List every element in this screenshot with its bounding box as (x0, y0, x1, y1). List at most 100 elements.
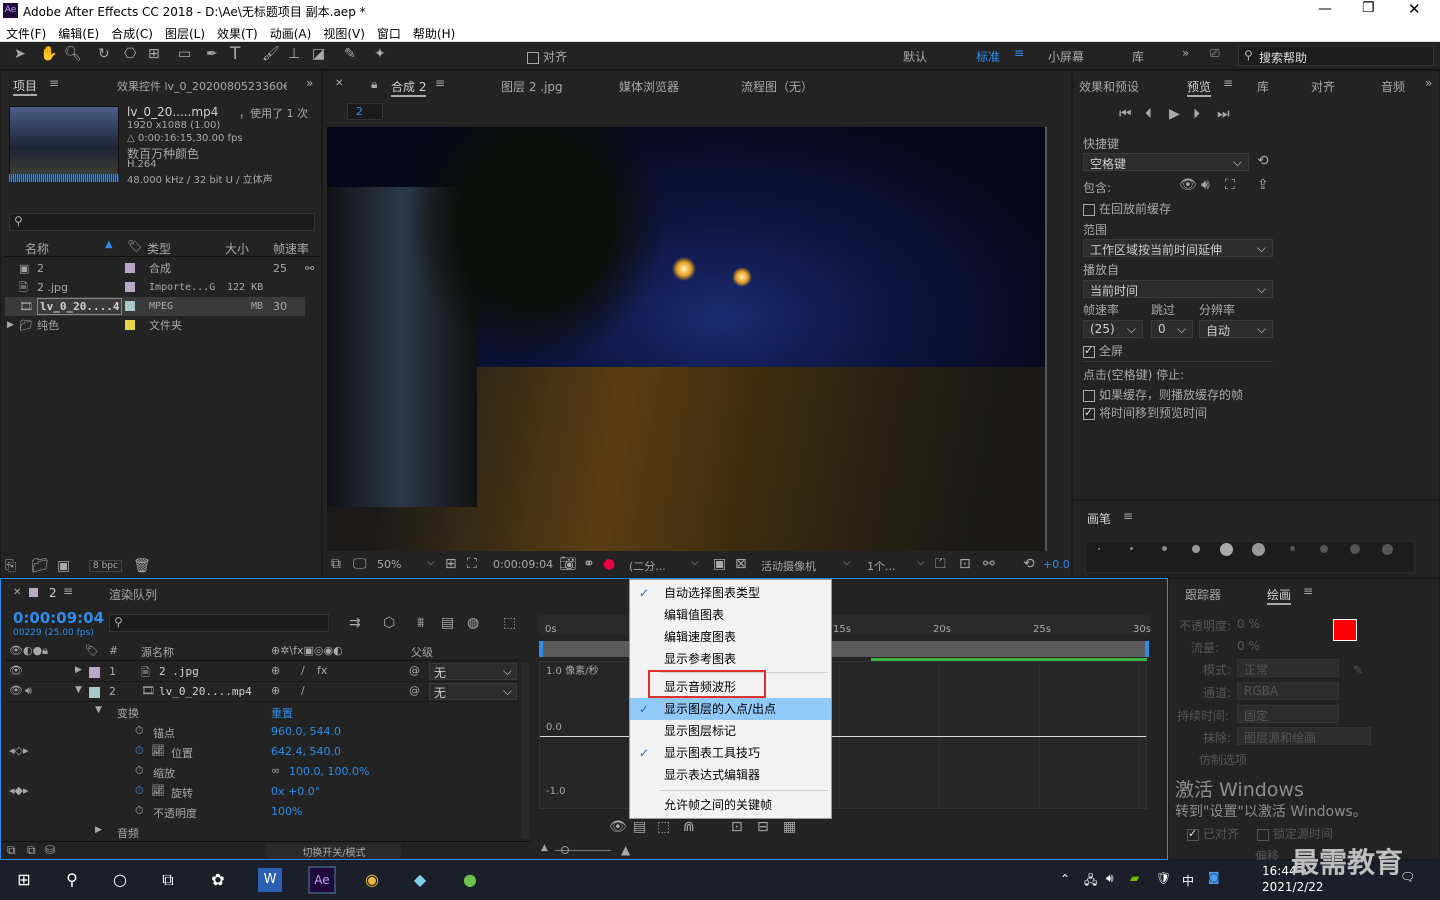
search-icon[interactable]: ⚲ (58, 866, 86, 894)
brush-tip[interactable] (1320, 545, 1328, 553)
workspace-library[interactable]: 库 (1132, 48, 1144, 65)
workspace-small-screen[interactable]: 小屏幕 (1048, 48, 1084, 65)
bit-depth-button[interactable]: 8 bpc (89, 560, 122, 572)
ime-indicator[interactable]: 中 (1182, 872, 1194, 889)
roto-tool-icon[interactable]: ✎ (344, 46, 356, 62)
resolution-dropdown[interactable]: 自动 ⌵ (1199, 320, 1273, 338)
property-value[interactable]: 960.0, 544.0 (271, 725, 341, 738)
transparency-grid-icon[interactable]: ⊠ (735, 556, 747, 572)
cache-before-checkbox[interactable]: 在回放前缓存 (1083, 200, 1171, 217)
color-channel-icon[interactable]: ● (603, 556, 615, 572)
list-item[interactable]: ▣ 2 合成 25 ⚯ (5, 259, 314, 278)
tab-preview[interactable]: 预览 (1187, 78, 1212, 97)
cortana-icon[interactable]: ○ (106, 866, 134, 894)
security-icon[interactable]: 🛡︎ (1156, 871, 1171, 885)
frame-rate-dropdown[interactable]: (25) ⌵ (1083, 320, 1143, 338)
menu-item-show-layer-in-out[interactable]: ✓ 显示图层的入点/出点 (630, 698, 831, 720)
nvidia-icon[interactable]: ▰ (1130, 871, 1139, 885)
region-of-interest-icon[interactable]: ▣ (713, 556, 726, 572)
timeline-scrollbar[interactable] (521, 663, 529, 839)
pickwhip-icon[interactable]: @ (409, 664, 420, 677)
menu-item-show-layer-markers[interactable]: 显示图层标记 (630, 720, 831, 742)
menu-help[interactable]: 帮助(H) (407, 22, 461, 42)
property-row[interactable]: ◂◆▸ ⏱︎ 📈︎ 旋转 0x +0.0° (5, 783, 519, 802)
help-search-box[interactable]: ⚲ 搜索帮助 (1238, 46, 1434, 66)
col-fps[interactable]: 帧速率 (273, 240, 309, 257)
lock-icon[interactable]: 🔒︎ (371, 77, 377, 92)
render-time-icon[interactable]: ⛁ (45, 843, 55, 857)
lock-source-time-checkbox[interactable]: 锁定源时间 (1257, 825, 1333, 842)
keyframe-nav-icon[interactable]: ◂◇▸ (9, 744, 29, 757)
pickwhip-icon[interactable]: @ (409, 684, 420, 697)
tab-audio[interactable]: 音频 (1381, 78, 1407, 95)
brush-tip[interactable] (1290, 546, 1295, 551)
tab-render-queue[interactable]: 渲染队列 (109, 586, 157, 603)
interpret-footage-icon[interactable]: ⎘ (5, 558, 16, 574)
menu-item-edit-speed-graph[interactable]: 编辑速度图表 (630, 626, 831, 648)
stopwatch-icon[interactable]: ⏱︎ (135, 724, 144, 738)
tab-align[interactable]: 对齐 (1311, 78, 1335, 95)
brush-tip[interactable] (1382, 544, 1393, 555)
graph-icon[interactable]: 📈︎ (151, 784, 165, 797)
tab-layer[interactable]: 图层 2 .jpg (501, 78, 563, 95)
include-overlays-icon[interactable]: ⛶ (1225, 177, 1235, 193)
col-type[interactable]: 类型 (147, 240, 171, 257)
play-from-dropdown[interactable]: 当前时间 ⌵ (1083, 280, 1273, 298)
new-comp-icon[interactable]: ▣ (57, 558, 70, 574)
windows-start-icon[interactable]: ⊞ (10, 866, 38, 894)
project-search[interactable]: ⚲ (9, 213, 315, 231)
brush-tip[interactable] (1350, 544, 1360, 554)
audio-group[interactable]: ▶ 音频 (5, 823, 519, 842)
hand-tool-icon[interactable]: ✋ (40, 46, 57, 62)
zoom-in-icon[interactable]: ▲ (621, 843, 630, 857)
project-menu-icon[interactable]: ≡ (49, 76, 59, 90)
expand-arrow-icon[interactable]: ▶ (7, 316, 14, 335)
reset-link[interactable]: 重置 (271, 705, 293, 721)
tab-menu-icon[interactable]: ≡ (1303, 584, 1313, 598)
property-value[interactable]: 0x +0.0° (271, 785, 320, 798)
expand-arrow-icon[interactable]: ▶ (75, 665, 82, 675)
motion-blur-icon[interactable]: ◍ (467, 615, 479, 631)
menu-item-allow-keyframes-between-frames[interactable]: 允许帧之间的关键帧 (630, 794, 831, 816)
shy-layers-icon[interactable]: ⩩ (417, 615, 424, 631)
layer-mini-icon[interactable]: ⧉ (27, 843, 36, 858)
stopwatch-icon[interactable]: ⏱︎ (135, 744, 144, 758)
brush-tip[interactable] (1192, 545, 1200, 553)
constrain-link-icon[interactable]: ∞ (271, 764, 280, 777)
chrome-app-icon[interactable]: ◉ (358, 866, 386, 894)
export-icon[interactable]: ⇪ (1257, 177, 1269, 193)
menu-animation[interactable]: 动画(A) (264, 22, 318, 42)
notes-app-icon[interactable]: ◆ (406, 866, 434, 894)
property-value[interactable]: 642.4, 540.0 (271, 745, 341, 758)
comp-breadcrumb[interactable]: 2 (347, 103, 383, 120)
close-tab-icon[interactable]: ✕ (13, 587, 21, 598)
duration-dropdown[interactable]: 固定 (1237, 705, 1339, 723)
tab-menu-icon[interactable]: ≡ (435, 76, 445, 90)
foreground-color-swatch[interactable] (1333, 619, 1357, 641)
snap-icon[interactable]: ⋒ (683, 819, 695, 835)
puppet-tool-icon[interactable]: ✦ (374, 46, 386, 62)
menu-window[interactable]: 窗口 (371, 22, 407, 42)
eyedropper-icon[interactable]: ✎ (1353, 663, 1363, 677)
timecode-display[interactable]: 0:00:09:04 (13, 609, 104, 627)
pan-behind-tool-icon[interactable]: ⊞ (148, 46, 160, 62)
parent-dropdown[interactable]: 无 ⌵ (429, 683, 517, 700)
tab-menu-icon[interactable]: ≡ (1223, 76, 1233, 90)
app-pinwheel-icon[interactable]: ✿ (204, 866, 232, 894)
graph-icon[interactable]: 📈︎ (151, 744, 165, 757)
views-dropdown[interactable]: 1个... (867, 558, 896, 574)
quality-switch-icon[interactable]: / (301, 684, 305, 697)
brush-tip[interactable] (1098, 548, 1100, 550)
property-row[interactable]: ⏱︎ 不透明度 100% (5, 803, 519, 822)
align-checkbox[interactable] (527, 51, 539, 64)
audio-icon[interactable]: 🔊︎ (25, 684, 32, 698)
workspace-menu-icon[interactable]: ≡ (1014, 46, 1024, 60)
tab-brush[interactable]: 画笔 (1087, 510, 1111, 527)
chevron-up-icon[interactable]: ⌃ (1060, 872, 1070, 886)
menu-file[interactable]: 文件(F) (0, 22, 52, 42)
stopwatch-icon[interactable]: ⏱︎ (135, 764, 144, 778)
play-icon[interactable]: ▶ (1169, 106, 1180, 122)
brush-tool-icon[interactable]: 🖌︎ (262, 46, 280, 62)
fit-all-icon[interactable]: ⊟ (757, 819, 769, 835)
tab-project[interactable]: 项目 (13, 77, 38, 96)
